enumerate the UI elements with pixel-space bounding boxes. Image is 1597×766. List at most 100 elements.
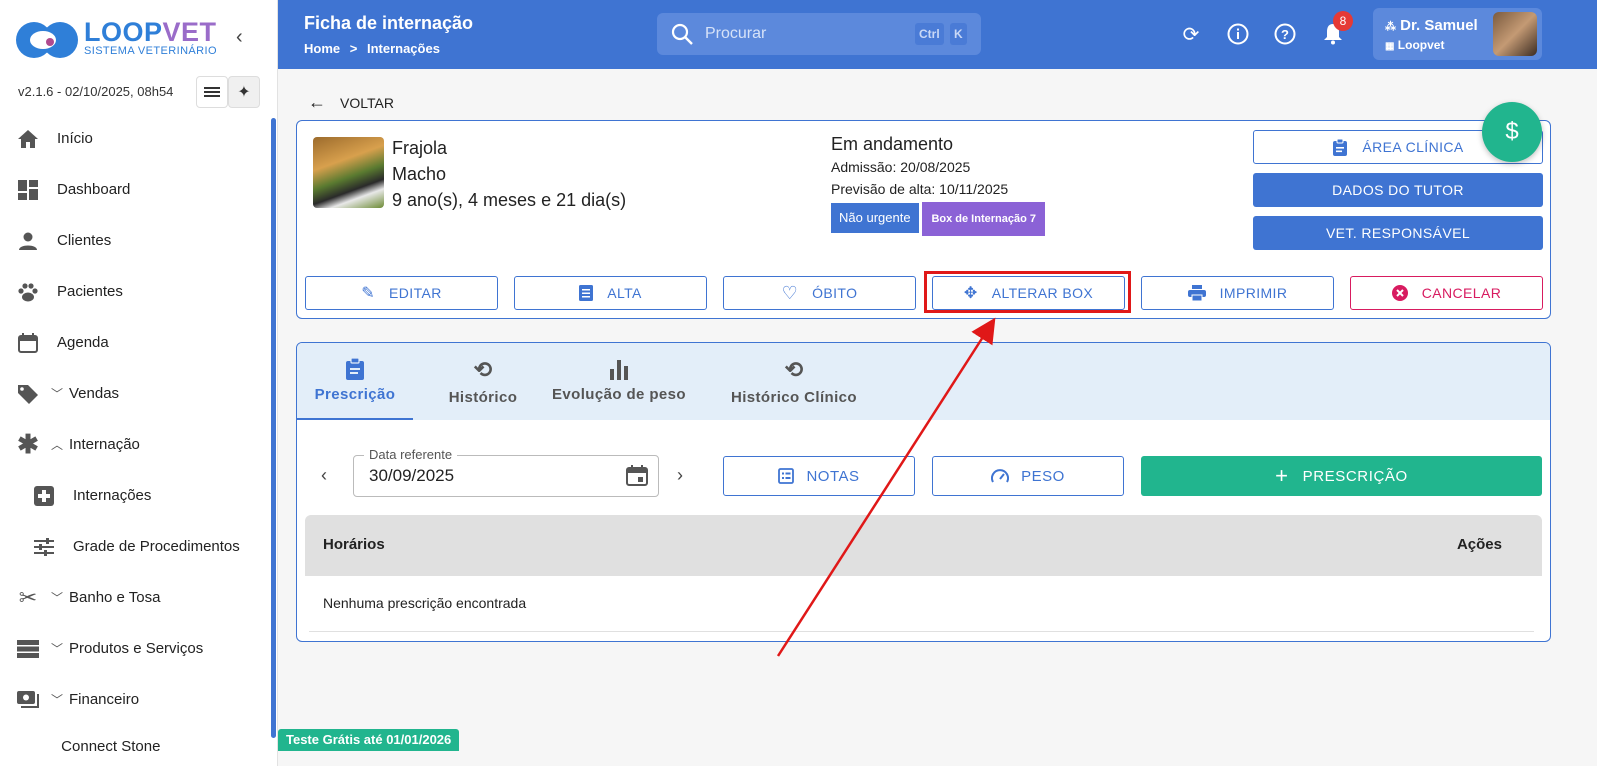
sidebar-item-vendas[interactable]: ﹀ Vendas (0, 368, 270, 419)
clipboard-icon (346, 358, 364, 380)
add-prescription-label: PRESCRIÇÃO (1302, 467, 1408, 485)
calendar-icon[interactable] (626, 464, 648, 486)
print-label: IMPRIMIR (1219, 285, 1288, 301)
back-button[interactable]: ← VOLTAR (308, 92, 394, 113)
search-placeholder: Procurar (705, 25, 767, 42)
tab-historico-clinico[interactable]: ⟲ Histórico Clínico (721, 343, 867, 420)
logo[interactable]: LOOPVET SISTEMA VETERINÁRIO (16, 18, 217, 58)
help-icon[interactable]: ? (1273, 22, 1297, 46)
paw-icon (16, 280, 40, 304)
tab-label: Histórico (448, 389, 518, 406)
sidebar-item-agenda[interactable]: Agenda (0, 317, 270, 368)
sidebar-item-inicio[interactable]: Início (0, 113, 270, 164)
breadcrumb: Home > Internações (304, 41, 440, 56)
tab-historico[interactable]: ⟲ Histórico (425, 343, 541, 420)
money-icon (16, 688, 40, 712)
sidebar-item-internacoes[interactable]: Internações (0, 470, 270, 521)
weight-label: PESO (1021, 467, 1065, 485)
sidebar-item-dashboard[interactable]: Dashboard (0, 164, 270, 215)
home-icon (16, 127, 40, 151)
sidebar-item-label: Agenda (57, 334, 109, 351)
sidebar-item-internacao[interactable]: ✱ ︿ Internação (0, 419, 270, 470)
shortcut-ctrl: Ctrl (915, 23, 944, 45)
asterisk-icon: ✱ (17, 429, 39, 459)
trial-badge[interactable]: Teste Grátis até 01/01/2026 (278, 729, 460, 751)
urgency-badge: Não urgente (831, 203, 919, 233)
user-menu[interactable]: ⁂ Dr. Samuel ▦ Loopvet (1373, 8, 1542, 60)
tab-label: Histórico Clínico (731, 389, 857, 406)
patient-sex: Macho (392, 164, 447, 184)
notes-button[interactable]: NOTAS (723, 456, 915, 496)
chevron-up-icon: ︿ (51, 438, 64, 452)
empty-table-message: Nenhuma prescrição encontrada (323, 595, 527, 611)
user-org: ▦ Loopvet (1385, 38, 1445, 52)
sidebar-item-label: Dashboard (57, 181, 131, 198)
sidebar-item-clientes[interactable]: Clientes (0, 215, 270, 266)
reference-date-field[interactable]: Data referente 30/09/2025 (353, 447, 659, 497)
person-icon (16, 229, 40, 253)
breadcrumb-home[interactable]: Home (304, 41, 340, 56)
sidebar-item-financeiro[interactable]: ﹀ Financeiro (0, 674, 270, 725)
reference-date-label: Data referente (364, 447, 458, 462)
sidebar: LOOPVET SISTEMA VETERINÁRIO ‹ v2.1.6 - 0… (0, 0, 278, 766)
sidebar-item-grade-procedimentos[interactable]: Grade de Procedimentos (0, 521, 270, 572)
vet-responsible-button[interactable]: VET. RESPONSÁVEL (1253, 216, 1543, 250)
annotation-highlight-box (924, 271, 1131, 313)
add-prescription-button[interactable]: + PRESCRIÇÃO (1141, 456, 1542, 496)
admission-date: Admissão: 20/08/2025 (831, 159, 971, 175)
notes-icon (778, 468, 795, 484)
notification-badge: 8 (1333, 11, 1353, 31)
next-date-icon[interactable]: › (677, 465, 683, 486)
page-title: Ficha de internação (304, 13, 474, 33)
edit-label: EDITAR (389, 285, 442, 301)
menu-list-button[interactable] (196, 76, 228, 108)
edit-button[interactable]: ✎ EDITAR (305, 276, 498, 310)
print-button[interactable]: IMPRIMIR (1141, 276, 1334, 310)
weight-button[interactable]: PESO (932, 456, 1124, 496)
tab-evolucao-peso[interactable]: Evolução de peso (545, 343, 693, 420)
death-button[interactable]: ♡ ÓBITO (723, 276, 916, 310)
chevron-down-icon: ﹀ (51, 591, 64, 605)
sync-icon[interactable]: ⟳ (1179, 22, 1203, 46)
logo-subtitle: SISTEMA VETERINÁRIO (84, 45, 217, 57)
tab-label: Prescrição (314, 386, 396, 403)
bar-chart-icon (610, 360, 628, 380)
chevron-down-icon: ﹀ (51, 387, 64, 401)
tutor-data-button[interactable]: DADOS DO TUTOR (1253, 173, 1543, 207)
storage-icon (16, 637, 40, 661)
sidebar-item-pacientes[interactable]: Pacientes (0, 266, 270, 317)
breadcrumb-current[interactable]: Internações (367, 41, 440, 56)
sidebar-item-banho-tosa[interactable]: ✂ ﹀ Banho e Tosa (0, 572, 270, 623)
history-icon: ⟲ (784, 357, 804, 382)
cancel-button[interactable]: CANCELAR (1350, 276, 1543, 310)
status-title: Em andamento (831, 134, 954, 154)
tutor-data-label: DADOS DO TUTOR (1332, 182, 1464, 198)
collapse-sidebar-icon[interactable]: ‹ (236, 26, 243, 49)
sidebar-item-label: Connect Stone (61, 740, 161, 755)
previous-date-icon[interactable]: ‹ (321, 465, 327, 486)
sidebar-item-produtos-servicos[interactable]: ﹀ Produtos e Serviços (0, 623, 270, 674)
hospitalization-status: Em andamento Admissão: 20/08/2025 Previs… (831, 132, 1045, 236)
financial-fab-button[interactable]: $ (1482, 102, 1542, 162)
sidebar-item-label: Banho e Tosa (69, 589, 161, 606)
column-header-times: Horários (323, 536, 385, 553)
ai-sparkle-button[interactable]: ✦ (228, 76, 260, 108)
search-input[interactable]: Procurar Ctrl K (657, 13, 981, 55)
svg-text:?: ? (1281, 27, 1289, 42)
notes-label: NOTAS (806, 467, 860, 485)
sidebar-scrollbar[interactable] (271, 118, 276, 738)
user-name: ⁂ Dr. Samuel (1385, 17, 1478, 34)
vet-responsible-label: VET. RESPONSÁVEL (1325, 225, 1471, 241)
sparkle-icon: ✦ (237, 84, 251, 101)
discharge-button[interactable]: ALTA (514, 276, 707, 310)
sidebar-item-label: Vendas (69, 385, 120, 402)
death-label: ÓBITO (812, 285, 858, 301)
sidebar-item-label: Financeiro (69, 691, 140, 708)
info-icon[interactable] (1226, 22, 1250, 46)
patient-info: Frajola Macho 9 ano(s), 4 meses e 21 dia… (392, 135, 626, 213)
discharge-label: ALTA (607, 285, 642, 301)
sidebar-item-connect-stone[interactable]: Connect Stone (16, 740, 160, 756)
tab-prescricao[interactable]: Prescrição (297, 343, 413, 420)
logo-title: LOOPVET (84, 17, 217, 47)
avatar (1493, 12, 1537, 56)
